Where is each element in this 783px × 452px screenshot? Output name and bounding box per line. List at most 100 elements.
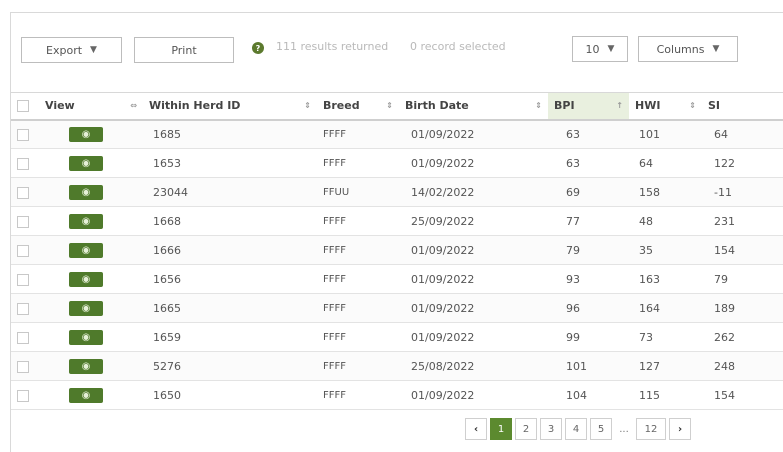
page-size-select[interactable]: 10 ▼ [572,36,628,62]
breed-cell: FFUU [317,177,399,207]
view-button[interactable]: ◉ [69,242,103,258]
si-cell: 189 [702,293,783,323]
header-herd-id[interactable]: Within Herd ID ⇕ [143,92,317,121]
sort-icon[interactable]: ⇕ [535,101,542,110]
view-cell: ◉ [39,264,143,294]
si-cell: 122 [702,148,783,178]
sort-icon[interactable]: ⇕ [304,101,311,110]
table-row: ◉ 1668 FFFF 25/09/2022 77 48 231 [11,206,783,236]
row-select-cell [11,293,39,323]
view-button[interactable]: ◉ [69,184,103,200]
si-cell: 64 [702,119,783,149]
page-button-3[interactable]: 3 [540,418,562,440]
view-button[interactable]: ◉ [69,300,103,316]
print-button[interactable]: Print [134,37,234,63]
header-view-label: View [45,99,75,113]
bpi-cell: 63 [548,148,629,178]
row-checkbox[interactable] [17,389,29,402]
row-checkbox[interactable] [17,331,29,344]
bpi-cell: 96 [548,293,629,323]
hwi-cell: 164 [629,293,702,323]
header-view[interactable]: View ⇔ [39,92,143,121]
breed-cell: FFFF [317,264,399,294]
header-bpi-label: BPI [554,99,575,113]
birth-date-cell: 01/09/2022 [399,119,548,149]
row-checkbox[interactable] [17,273,29,286]
eye-icon: ◉ [81,273,91,285]
row-select-cell [11,351,39,381]
breed-cell: FFFF [317,206,399,236]
selected-count: 0 record selected [410,40,506,53]
row-checkbox[interactable] [17,244,29,257]
bpi-cell: 104 [548,380,629,410]
columns-label: Columns [656,42,705,56]
table-row: ◉ 1659 FFFF 01/09/2022 99 73 262 [11,322,783,352]
row-checkbox[interactable] [17,157,29,170]
page-button-last[interactable]: 12 [636,418,666,440]
breed-cell: FFFF [317,235,399,265]
breed-cell: FFFF [317,293,399,323]
page-button-2[interactable]: 2 [515,418,537,440]
header-breed[interactable]: Breed ⇕ [317,92,399,121]
sort-icon[interactable]: ⇕ [386,101,393,110]
info-icon[interactable]: ? [252,42,264,54]
chevron-down-icon: ▼ [712,44,720,54]
si-cell: 231 [702,206,783,236]
herd-id-cell: 1666 [143,235,317,265]
header-hwi[interactable]: HWI ⇕ [629,92,702,121]
birth-date-cell: 01/09/2022 [399,293,548,323]
row-select-cell [11,322,39,352]
header-si[interactable]: SI [702,92,783,121]
page-button-1[interactable]: 1 [490,418,512,440]
table-row: ◉ 1653 FFFF 01/09/2022 63 64 122 [11,148,783,178]
pagination-ellipsis: ... [619,423,629,435]
row-checkbox[interactable] [17,128,29,141]
chevron-down-icon: ▼ [607,44,615,54]
view-button[interactable]: ◉ [69,126,103,142]
view-button[interactable]: ◉ [69,271,103,287]
sort-ascending-icon[interactable]: ↑ [616,101,623,110]
view-button[interactable]: ◉ [69,387,103,403]
view-button[interactable]: ◉ [69,329,103,345]
row-select-cell [11,206,39,236]
select-all-cell [11,92,39,121]
header-birth-date[interactable]: Birth Date ⇕ [399,92,548,121]
select-all-checkbox[interactable] [17,100,29,113]
columns-button[interactable]: Columns ▼ [638,36,738,62]
hwi-cell: 158 [629,177,702,207]
eye-icon: ◉ [81,389,91,401]
row-select-cell [11,380,39,410]
row-checkbox[interactable] [17,215,29,228]
export-button[interactable]: Export ▼ [21,37,122,63]
birth-date-cell: 01/09/2022 [399,235,548,265]
row-checkbox[interactable] [17,360,29,373]
page-button-5[interactable]: 5 [590,418,612,440]
bpi-cell: 79 [548,235,629,265]
prev-page-button[interactable]: ‹ [465,418,487,440]
view-button[interactable]: ◉ [69,358,103,374]
drag-handle-icon[interactable]: ⇔ [130,101,137,110]
birth-date-cell: 25/08/2022 [399,351,548,381]
header-herd-id-label: Within Herd ID [149,99,241,113]
row-checkbox[interactable] [17,302,29,315]
next-page-button[interactable]: › [669,418,691,440]
breed-cell: FFFF [317,351,399,381]
eye-icon: ◉ [81,244,91,256]
row-checkbox[interactable] [17,186,29,199]
table-row: ◉ 1665 FFFF 01/09/2022 96 164 189 [11,293,783,323]
sort-icon[interactable]: ⇕ [689,101,696,110]
print-label: Print [171,43,197,57]
view-cell: ◉ [39,322,143,352]
hwi-cell: 64 [629,148,702,178]
header-bpi[interactable]: BPI ↑ [548,92,629,121]
header-si-label: SI [708,99,721,113]
row-select-cell [11,264,39,294]
table-row: ◉ 1656 FFFF 01/09/2022 93 163 79 [11,264,783,294]
herd-id-cell: 5276 [143,351,317,381]
bpi-cell: 69 [548,177,629,207]
page-button-4[interactable]: 4 [565,418,587,440]
herd-id-cell: 1668 [143,206,317,236]
view-button[interactable]: ◉ [69,213,103,229]
view-button[interactable]: ◉ [69,155,103,171]
birth-date-cell: 14/02/2022 [399,177,548,207]
